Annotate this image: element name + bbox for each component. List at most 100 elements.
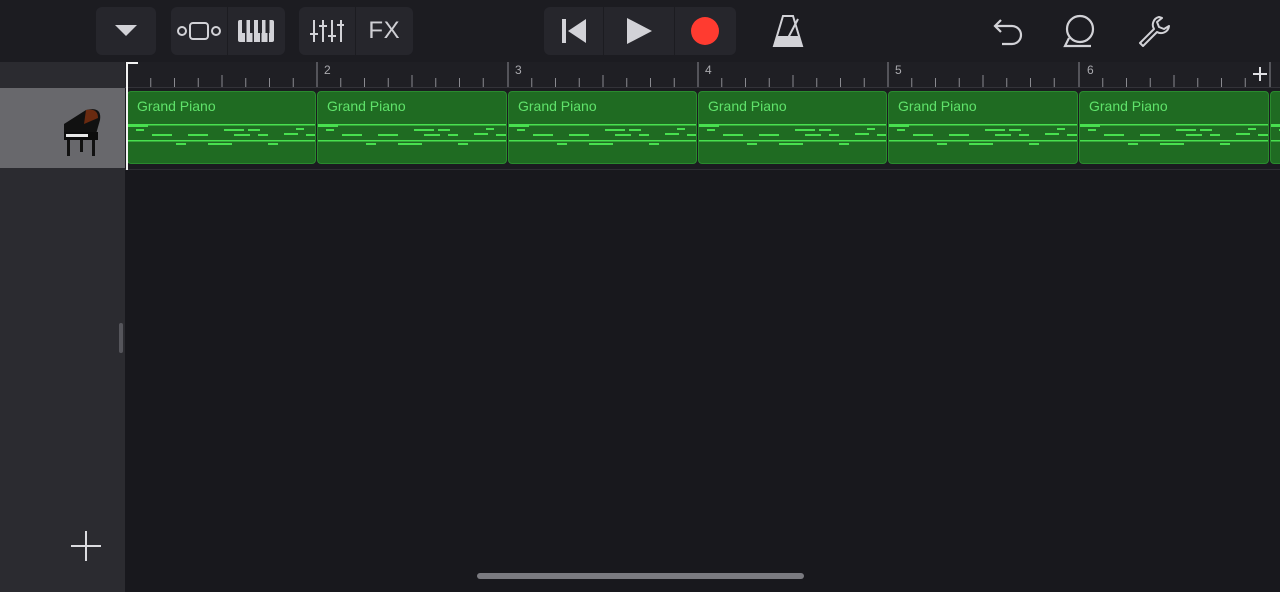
- midi-note: [1088, 129, 1096, 131]
- midi-note: [128, 140, 315, 142]
- midi-note: [1029, 143, 1039, 145]
- midi-note: [176, 143, 186, 145]
- midi-note: [448, 134, 458, 136]
- midi-note: [665, 133, 679, 135]
- midi-note: [1057, 128, 1065, 130]
- midi-note: [284, 133, 298, 135]
- midi-note: [424, 134, 440, 136]
- metronome-icon: [772, 15, 804, 47]
- transport-group: [544, 7, 736, 55]
- midi-note: [889, 125, 909, 127]
- mixer-fx-group: FX: [299, 7, 413, 55]
- midi-note: [1200, 129, 1212, 131]
- midi-note: [949, 134, 969, 136]
- midi-note: [414, 129, 434, 131]
- midi-note: [1104, 134, 1124, 136]
- midi-note: [605, 129, 625, 131]
- browser-dropdown-group: [96, 7, 156, 55]
- midi-note: [486, 128, 494, 130]
- midi-note: [795, 129, 815, 131]
- midi-note: [677, 128, 685, 130]
- fx-button[interactable]: FX: [356, 7, 413, 55]
- add-section-button[interactable]: [1248, 62, 1272, 86]
- midi-notes: [318, 124, 506, 145]
- midi-note: [208, 143, 232, 145]
- midi-note: [1009, 129, 1021, 131]
- midi-note: [509, 125, 529, 127]
- midi-note: [128, 125, 148, 127]
- midi-region[interactable]: Grand Piano: [508, 91, 697, 164]
- midi-note: [136, 129, 144, 131]
- midi-region[interactable]: Grand Piano: [1079, 91, 1269, 164]
- midi-note: [805, 134, 821, 136]
- record-button[interactable]: [675, 7, 736, 55]
- plus-icon: [1253, 67, 1267, 81]
- midi-note: [855, 133, 869, 135]
- bar-number: 2: [324, 63, 331, 77]
- midi-note: [258, 134, 268, 136]
- undo-button[interactable]: [986, 7, 1030, 55]
- home-indicator[interactable]: [477, 573, 804, 579]
- midi-note: [234, 134, 250, 136]
- fx-label: FX: [368, 17, 401, 44]
- midi-note: [985, 129, 1005, 131]
- midi-note: [366, 143, 376, 145]
- timeline-ruler[interactable]: [125, 62, 1280, 88]
- midi-note: [1019, 134, 1029, 136]
- midi-note: [707, 129, 715, 131]
- midi-note: [639, 134, 649, 136]
- tracks-view-icon: [176, 22, 221, 40]
- browser-dropdown-button[interactable]: [96, 7, 156, 55]
- midi-note: [1045, 133, 1059, 135]
- playhead-handle[interactable]: [126, 62, 140, 74]
- chevron-down-icon: [115, 25, 137, 36]
- keyboard-button[interactable]: [228, 7, 285, 55]
- midi-region[interactable]: Grand Piano: [317, 91, 507, 164]
- midi-note: [1258, 134, 1268, 136]
- undo-icon: [993, 19, 1023, 46]
- region-label: Grand Piano: [898, 98, 977, 114]
- region-label: Grand Piano: [327, 98, 406, 114]
- mixer-button[interactable]: [299, 7, 356, 55]
- midi-region[interactable]: Grand Piano: [127, 91, 316, 164]
- midi-note: [723, 134, 743, 136]
- midi-notes: [509, 124, 696, 145]
- midi-note: [1248, 128, 1256, 130]
- play-button[interactable]: [604, 7, 675, 55]
- tracks-view-button[interactable]: [171, 7, 228, 55]
- midi-note: [306, 134, 315, 136]
- track-header-resize-handle[interactable]: [119, 323, 123, 353]
- midi-region[interactable]: Grand Piano: [888, 91, 1078, 164]
- settings-button[interactable]: [1132, 7, 1176, 55]
- midi-note: [889, 124, 1077, 126]
- midi-note: [398, 143, 422, 145]
- midi-note: [1220, 143, 1230, 145]
- midi-note: [1176, 129, 1196, 131]
- track-lane: Grand Piano Grand Piano Grand Piano Gran…: [125, 88, 1280, 170]
- midi-note: [747, 143, 757, 145]
- midi-region-partial[interactable]: [1270, 91, 1280, 164]
- play-icon: [627, 18, 652, 44]
- midi-note: [474, 133, 488, 135]
- wrench-icon: [1139, 16, 1170, 47]
- add-track-button[interactable]: [70, 530, 102, 562]
- midi-note: [557, 143, 567, 145]
- region-label: Grand Piano: [708, 98, 787, 114]
- skip-back-icon: [561, 19, 586, 43]
- midi-note: [509, 124, 696, 126]
- midi-note: [1236, 133, 1250, 135]
- playhead[interactable]: [126, 64, 128, 170]
- midi-note: [589, 143, 613, 145]
- midi-notes: [889, 124, 1077, 145]
- midi-note: [438, 129, 450, 131]
- midi-note: [1080, 125, 1100, 127]
- midi-note: [699, 124, 886, 126]
- piano-keys-icon: [238, 20, 275, 42]
- loop-browser-button[interactable]: [1058, 7, 1102, 55]
- midi-note: [533, 134, 553, 136]
- midi-note: [128, 124, 315, 126]
- go-to-beginning-button[interactable]: [544, 7, 605, 55]
- midi-note: [759, 134, 779, 136]
- metronome-button[interactable]: [766, 7, 810, 55]
- midi-region[interactable]: Grand Piano: [698, 91, 887, 164]
